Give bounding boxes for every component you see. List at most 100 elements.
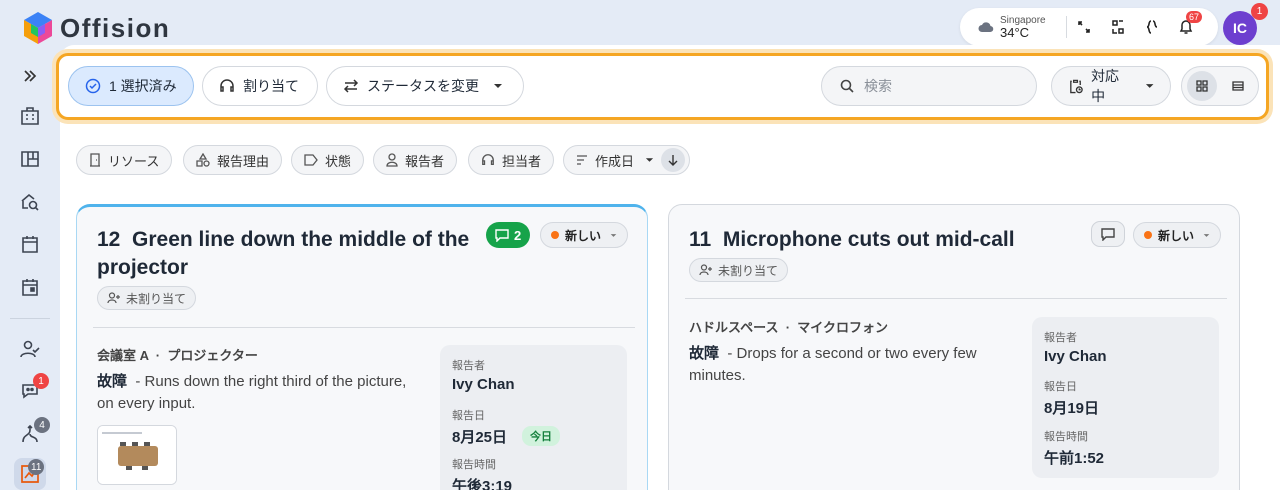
status-dropdown[interactable]: 新しい xyxy=(1133,222,1222,248)
location-room: 会議室 A xyxy=(97,348,149,363)
headset-icon xyxy=(482,154,494,166)
app-name: Offision xyxy=(60,12,171,43)
sidebar-item-visitors[interactable] xyxy=(14,333,46,365)
app-logo[interactable]: Offision xyxy=(22,10,170,46)
sidebar-item-calendar[interactable] xyxy=(14,228,46,260)
filter-assignee-label: 担当者 xyxy=(502,153,542,169)
comments-button[interactable] xyxy=(1091,221,1125,247)
weather-widget[interactable]: Singapore 34°C xyxy=(960,15,1066,40)
ticket-location: 会議室 A · プロジェクター xyxy=(97,345,258,364)
expand-sidebar-button[interactable] xyxy=(14,60,46,92)
sidebar-divider xyxy=(10,318,50,319)
notifications-button[interactable]: 67 xyxy=(1169,8,1203,46)
attachment-thumbnail[interactable] xyxy=(97,425,177,485)
floorplan-icon xyxy=(21,151,39,167)
ticket-number: 11 xyxy=(689,228,712,251)
status-label: 新しい xyxy=(565,228,602,243)
add-person-icon xyxy=(699,264,712,276)
assign-button[interactable]: 割り当て xyxy=(202,66,318,106)
caret-down-icon xyxy=(1145,84,1154,88)
search-input[interactable] xyxy=(864,78,1024,94)
check-circle-icon xyxy=(85,78,101,94)
building-icon xyxy=(21,107,39,125)
search-space-icon xyxy=(21,193,39,211)
ticket-title-text: Green line down the middle of xyxy=(132,228,432,251)
grid-icon xyxy=(1196,80,1208,92)
comments-button[interactable]: 2 xyxy=(486,222,531,248)
calendar-event-icon xyxy=(22,279,38,296)
notification-badge: 67 xyxy=(1185,11,1202,23)
door-icon xyxy=(90,153,100,167)
assignee-chip[interactable]: 未割り当て xyxy=(97,286,197,310)
ticket-description: 故障 - Drops for a second or two every few… xyxy=(689,343,1009,387)
routes-badge: 4 xyxy=(34,417,50,433)
sidebar-item-search-space[interactable] xyxy=(14,186,46,218)
status-filter-dropdown[interactable]: 対応中 xyxy=(1051,66,1171,106)
location-separator: · xyxy=(155,348,161,363)
grid-view-button[interactable] xyxy=(1187,71,1217,101)
ticket-description: 故障 - Runs down the right third of the pi… xyxy=(97,371,427,415)
shapes-icon xyxy=(196,153,210,167)
code-button[interactable] xyxy=(1135,8,1169,46)
comment-icon xyxy=(495,228,509,242)
report-date: 8月25日 xyxy=(452,429,508,446)
filter-state[interactable]: 状態 xyxy=(291,145,365,175)
swap-arrows-icon xyxy=(343,79,359,93)
report-date: 8月19日 xyxy=(1044,400,1100,417)
chat-badge: 1 xyxy=(33,373,49,389)
search-box[interactable] xyxy=(821,66,1037,106)
list-view-button[interactable] xyxy=(1223,71,1253,101)
tag-icon xyxy=(304,154,318,166)
fullscreen-button[interactable] xyxy=(1067,8,1101,46)
comment-count: 2 xyxy=(514,227,522,243)
selected-count-label: 1 選択済み xyxy=(109,78,177,94)
sidebar-item-events[interactable] xyxy=(14,271,46,303)
status-dropdown[interactable]: 新しい xyxy=(540,222,629,248)
selected-count-button[interactable]: 1 選択済み xyxy=(68,66,194,106)
status-filter-label: 対応中 xyxy=(1091,68,1120,104)
weather-temp: 34°C xyxy=(1000,24,1030,40)
weather-city: Singapore xyxy=(1000,14,1046,26)
sort-label: 作成日 xyxy=(595,153,635,169)
braces-icon xyxy=(1146,20,1158,34)
comment-icon xyxy=(1101,227,1115,241)
issue-type: 故障 xyxy=(97,373,128,390)
change-status-label: ステータスを変更 xyxy=(367,78,479,94)
reporter-label: 報告者 xyxy=(1044,332,1077,344)
ticket-number: 12 xyxy=(97,228,121,251)
sidebar-item-buildings[interactable] xyxy=(14,100,46,132)
time-label: 報告時間 xyxy=(1044,431,1088,443)
change-status-button[interactable]: ステータスを変更 xyxy=(326,66,524,106)
filter-reason-label: 報告理由 xyxy=(217,153,270,169)
sort-control[interactable]: 作成日 xyxy=(563,145,691,175)
avatar-badge: 1 xyxy=(1251,3,1268,20)
filter-resource-label: リソース xyxy=(108,153,160,169)
assign-label: 割り当て xyxy=(243,78,299,94)
status-dot xyxy=(1144,231,1152,239)
assignee-chip[interactable]: 未割り当て xyxy=(689,258,789,282)
filter-reporter-label: 報告者 xyxy=(405,153,445,169)
status-label: 新しい xyxy=(1158,228,1195,243)
today-badge: 今日 xyxy=(522,426,560,446)
issue-type: 故障 xyxy=(689,345,720,362)
sort-direction-button[interactable] xyxy=(661,148,686,172)
date-label: 報告日 xyxy=(452,410,485,422)
location-room: ハドルスペース xyxy=(689,320,779,335)
filter-reason[interactable]: 報告理由 xyxy=(183,145,283,175)
caret-down-icon xyxy=(645,158,654,162)
filter-reporter[interactable]: 報告者 xyxy=(373,145,458,175)
filter-assignee[interactable]: 担当者 xyxy=(468,145,555,175)
report-time: 午後3:19 xyxy=(452,478,513,490)
status-dot xyxy=(551,231,559,239)
qr-scan-button[interactable] xyxy=(1101,8,1135,46)
location-item: マイクロフォン xyxy=(797,320,889,335)
sidebar-item-floorplan[interactable] xyxy=(14,143,46,175)
location-separator: · xyxy=(785,320,791,335)
assignee-label: 未割り当て xyxy=(126,291,187,306)
fullscreen-icon xyxy=(1078,21,1090,33)
caret-down-icon xyxy=(494,84,502,88)
cloud-icon xyxy=(978,22,994,33)
description-text: - Drops for a second or two every few mi… xyxy=(689,345,977,384)
ticket-location: ハドルスペース · マイクロフォン xyxy=(689,317,888,336)
filter-resource[interactable]: リソース xyxy=(76,145,173,175)
